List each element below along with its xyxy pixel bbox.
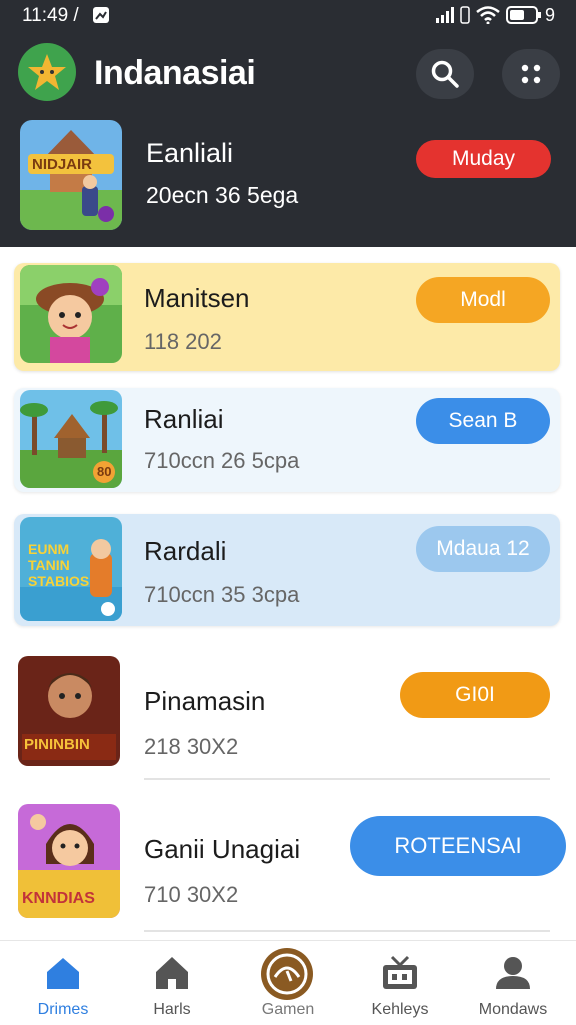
- header-region: 11:49 / 9 Indanasiai NIDJAIR Eanliali 20…: [0, 0, 576, 247]
- home-icon: [47, 958, 79, 989]
- house-icon: [156, 957, 188, 989]
- list-divider: [144, 930, 550, 932]
- game-subtitle: 118 202: [144, 329, 222, 354]
- search-icon: [431, 60, 459, 88]
- game-action-button[interactable]: Modl: [416, 277, 550, 323]
- game-subtitle: 218 30X2: [144, 734, 239, 759]
- game-action-button[interactable]: Mdaua 12: [416, 526, 550, 572]
- status-time: 11:49 /: [22, 5, 79, 26]
- game-title: Ranliai: [144, 404, 224, 434]
- game-thumb-text: EUNM TANIN STABIOS: [28, 541, 90, 589]
- game-subtitle: 710ccn 26 5cpa: [144, 448, 300, 473]
- nav-label: Harls: [153, 1001, 191, 1018]
- game-controller-icon: [261, 948, 313, 1000]
- battery-icon: [506, 4, 542, 26]
- nav-label: Drimes: [37, 1001, 89, 1018]
- game-title: Manitsen: [144, 283, 250, 313]
- featured-thumb-text: NIDJAIR: [32, 156, 93, 173]
- game-thumbnail: [20, 265, 122, 363]
- nav-item-keys[interactable]: Kehleys: [352, 941, 448, 1025]
- nav-item-home[interactable]: Drimes: [15, 941, 111, 1025]
- signal-icon: [436, 4, 454, 26]
- game-action-button[interactable]: GI0I: [400, 672, 550, 718]
- bottom-navigation: Drimes Harls Gamen Kehleys Mondaws: [0, 940, 576, 1024]
- game-subtitle: 710ccn 35 3cpa: [144, 582, 300, 607]
- game-title: Pinamasin: [144, 686, 266, 716]
- tv-icon: [383, 955, 417, 989]
- menu-button[interactable]: [502, 49, 560, 99]
- battery-level: 9: [545, 5, 556, 25]
- nav-item-profile[interactable]: Mondaws: [465, 941, 561, 1025]
- app-bar: Indanasiai: [0, 40, 576, 106]
- nav-label: Kehleys: [371, 1001, 429, 1018]
- game-thumbnail: PININBIN: [18, 656, 120, 766]
- list-divider: [144, 778, 550, 780]
- grid-dots-icon: [521, 64, 541, 84]
- game-card[interactable]: PININBIN Pinamasin 218 30X2 GI0I: [14, 650, 560, 770]
- game-subtitle: 710 30X2: [144, 882, 239, 907]
- nav-item-games[interactable]: Gamen: [240, 941, 336, 1025]
- game-title: Rardali: [144, 536, 227, 566]
- game-thumbnail: EUNM TANIN STABIOS: [20, 517, 122, 621]
- app-logo[interactable]: [18, 43, 76, 101]
- game-thumbnail: KNNDIAS: [18, 804, 120, 918]
- nav-label: Mondaws: [478, 1001, 548, 1018]
- game-action-button[interactable]: ROTEENSAI: [350, 816, 566, 876]
- featured-game-thumbnail[interactable]: NIDJAIR: [20, 120, 122, 230]
- status-bar: 11:49 / 9: [0, 0, 576, 32]
- game-card[interactable]: 80 Ranliai 710ccn 26 5cpa Sean B: [14, 388, 560, 492]
- game-title: Ganii Unagiai: [144, 834, 301, 864]
- nav-label: Gamen: [261, 1001, 315, 1018]
- search-button[interactable]: [416, 49, 474, 99]
- sim-icon: [460, 4, 470, 26]
- featured-subtitle: 20ecn 36 5ega: [146, 182, 299, 208]
- game-card[interactable]: KNNDIAS Ganii Unagiai 710 30X2 ROTEENSAI: [14, 800, 566, 926]
- game-thumb-badge: 80: [97, 464, 112, 479]
- nav-item-store[interactable]: Harls: [124, 941, 220, 1025]
- user-icon: [496, 957, 530, 989]
- wifi-icon: [476, 4, 500, 26]
- game-thumb-text: KNNDIAS: [22, 890, 95, 907]
- game-thumbnail: 80: [20, 390, 122, 488]
- featured-title: Eanliali: [146, 138, 234, 168]
- featured-action-button[interactable]: Muday: [416, 140, 551, 178]
- game-thumb-text: PININBIN: [24, 736, 90, 753]
- app-title: Indanasiai: [94, 54, 256, 92]
- game-card[interactable]: EUNM TANIN STABIOS Rardali 710ccn 35 3cp…: [14, 514, 560, 626]
- game-action-button[interactable]: Sean B: [416, 398, 550, 444]
- game-card[interactable]: Manitsen 118 202 Modl: [14, 263, 560, 371]
- notification-icon: [92, 4, 110, 26]
